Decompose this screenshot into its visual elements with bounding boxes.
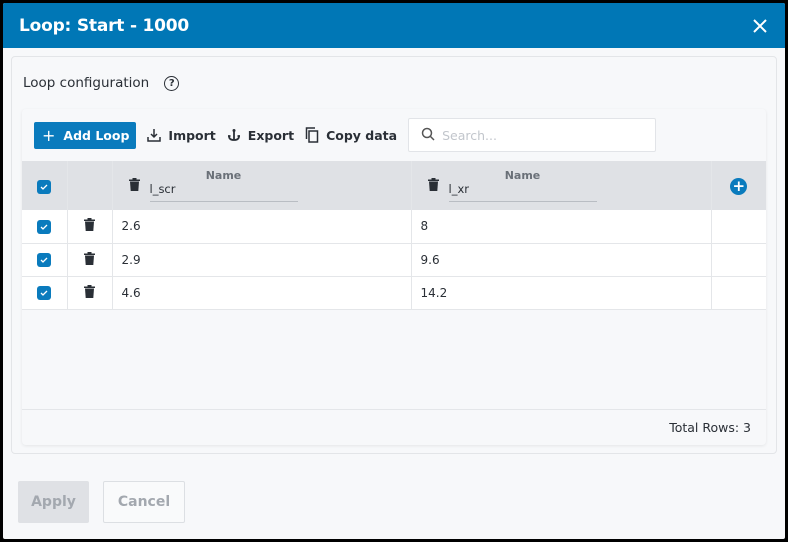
column-name-label: Name: [504, 169, 541, 182]
search-box: [408, 118, 657, 152]
export-label: Export: [247, 127, 295, 143]
dialog-title: Loop: Start - 1000: [19, 15, 190, 36]
cell[interactable]: 2.6: [112, 210, 412, 243]
column-name-label: Name: [205, 169, 242, 182]
add-column-icon[interactable]: +: [730, 177, 748, 195]
import-label: Import: [168, 127, 216, 143]
cancel-button[interactable]: Cancel: [103, 481, 185, 523]
plus-icon: +: [42, 125, 56, 145]
search-input[interactable]: [440, 126, 641, 144]
search-icon: [421, 126, 435, 145]
anchor-icon: [227, 128, 241, 142]
column-name-input[interactable]: [448, 182, 597, 202]
row-checkbox[interactable]: [37, 252, 52, 267]
close-icon[interactable]: [753, 16, 767, 36]
row-checkbox[interactable]: [37, 285, 52, 300]
column-header: Name: [412, 169, 711, 202]
panel-heading: Loop configuration: [23, 75, 150, 91]
select-all-checkbox[interactable]: [37, 179, 52, 194]
cell[interactable]: 2.9: [112, 243, 412, 276]
cell[interactable]: 14.2: [411, 276, 712, 309]
delete-column-icon[interactable]: [427, 176, 439, 195]
export-button[interactable]: Export: [227, 128, 294, 143]
import-button[interactable]: Import: [147, 127, 216, 143]
cell[interactable]: 9.6: [411, 243, 712, 276]
apply-button[interactable]: Apply: [18, 481, 89, 523]
dialog-titlebar: Loop: Start - 1000: [3, 3, 785, 48]
table-row: 4.6 14.2: [22, 276, 766, 309]
add-loop-label: Add Loop: [63, 127, 130, 143]
total-rows: Total Rows: 3: [669, 420, 751, 435]
copy-data-label: Copy data: [326, 127, 398, 143]
column-name-input[interactable]: [149, 182, 298, 202]
loop-configuration-panel: Loop configuration ? + Add Loop Import E…: [11, 56, 777, 454]
copy-data-button[interactable]: Copy data: [305, 127, 397, 143]
dialog-actions: Apply Cancel: [18, 481, 185, 523]
help-icon[interactable]: ?: [164, 75, 180, 91]
row-checkbox[interactable]: [37, 219, 52, 234]
table-header-row: Name Name: [22, 161, 766, 210]
import-icon: [147, 128, 162, 142]
table-footer: Total Rows: 3: [22, 409, 766, 445]
cell[interactable]: 8: [411, 210, 712, 243]
toolbar: + Add Loop Import Export Copy data Searc…: [22, 109, 766, 161]
add-loop-button[interactable]: + Add Loop: [34, 121, 137, 149]
delete-row-icon[interactable]: [84, 284, 95, 301]
delete-row-icon[interactable]: [84, 251, 95, 268]
copy-icon: [305, 127, 319, 143]
loop-table-card: + Add Loop Import Export Copy data Searc…: [22, 109, 766, 445]
loop-dialog: Loop: Start - 1000 Loop configuration ? …: [3, 3, 785, 539]
delete-row-icon[interactable]: [84, 218, 95, 234]
column-header: Name: [113, 169, 411, 202]
loop-table: Name Name: [22, 161, 766, 310]
table-row: 2.9 9.6: [22, 243, 766, 276]
table-row: 2.6 8: [22, 210, 766, 243]
cell[interactable]: 4.6: [112, 276, 412, 309]
delete-column-icon[interactable]: [128, 176, 140, 195]
